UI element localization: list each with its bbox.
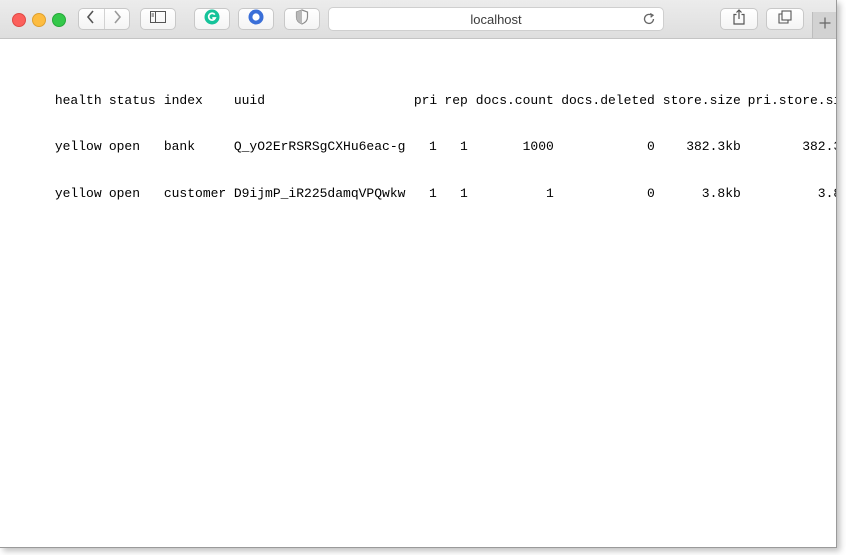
extension-button[interactable]: [238, 8, 274, 30]
shield-icon: [295, 8, 309, 30]
navigation-buttons: [78, 8, 130, 30]
header-index: index: [163, 92, 203, 108]
close-window-button[interactable]: [12, 13, 26, 27]
table-row: yellow open customer D9ijmP_iR225damqVPQwkw…: [8, 170, 836, 201]
cell-docs-count: 1000: [522, 139, 554, 154]
chevron-left-icon: [86, 9, 96, 29]
cell-status: open: [108, 185, 141, 201]
share-icon: [732, 8, 746, 30]
browser-toolbar: localhost: [0, 0, 836, 39]
page-content: health status index uuid pri rep docs.count doc…: [8, 46, 836, 217]
header-pri: pri: [413, 92, 438, 108]
table-row: yellow open bank Q_yO2ErRSRSgCXHu6eac-g 1 1 10…: [8, 124, 836, 154]
tabs-overview-icon: [778, 9, 792, 29]
cell-pri-store-size: 382.3kb: [802, 139, 836, 154]
forward-button[interactable]: [103, 9, 130, 29]
new-tab-button[interactable]: [812, 12, 836, 38]
grammarly-extension-button[interactable]: [194, 8, 230, 30]
grammarly-icon: [204, 9, 220, 30]
address-text: localhost: [470, 12, 522, 27]
cell-docs-deleted: 0: [647, 139, 655, 154]
cell-pri: 1: [429, 139, 437, 154]
cell-docs-count: 1: [546, 185, 554, 201]
address-bar[interactable]: localhost: [328, 7, 664, 31]
cell-status: open: [108, 139, 141, 154]
header-uuid: uuid: [233, 92, 266, 108]
cell-rep: 1: [460, 139, 468, 154]
tab-overview-button[interactable]: [766, 8, 804, 30]
circle-extension-icon: [248, 9, 264, 30]
cell-rep: 1: [460, 185, 468, 201]
cell-pri: 1: [429, 185, 437, 201]
privacy-extension-button[interactable]: [284, 8, 320, 30]
cell-store-size: 3.8kb: [701, 185, 741, 201]
reload-icon[interactable]: [642, 12, 656, 31]
cell-pri-store-size: 3.8kb: [817, 185, 836, 201]
cell-health: yellow: [54, 185, 102, 201]
header-pri-store-size: pri.store.size: [747, 92, 836, 108]
header-health: health: [54, 92, 102, 108]
header-rep: rep: [444, 92, 468, 108]
cell-uuid: Q_yO2ErRSRSgCXHu6eac-g: [233, 139, 406, 154]
maximize-window-button[interactable]: [52, 13, 66, 27]
header-status: status: [108, 92, 156, 108]
cell-docs-deleted: 0: [647, 185, 655, 201]
cell-index: customer: [163, 185, 227, 201]
cell-index: bank: [163, 139, 196, 154]
sidebar-icon: [150, 10, 166, 28]
sidebar-button[interactable]: [140, 8, 176, 30]
header-store-size: store.size: [662, 92, 741, 108]
back-button[interactable]: [79, 9, 104, 29]
chevron-right-icon: [112, 9, 122, 29]
minimize-window-button[interactable]: [32, 13, 46, 27]
cell-health: yellow: [54, 139, 102, 154]
header-docs-count: docs.count: [475, 92, 554, 108]
plus-icon: [819, 16, 831, 34]
header-docs-deleted: docs.deleted: [561, 92, 655, 108]
browser-window: localhost health status index uuid pri r…: [0, 0, 837, 548]
cell-store-size: 382.3kb: [686, 139, 741, 154]
cell-uuid: D9ijmP_iR225damqVPQwkw: [233, 185, 406, 201]
table-header-row: health status index uuid pri rep docs.count doc…: [8, 77, 836, 108]
share-button[interactable]: [720, 8, 758, 30]
